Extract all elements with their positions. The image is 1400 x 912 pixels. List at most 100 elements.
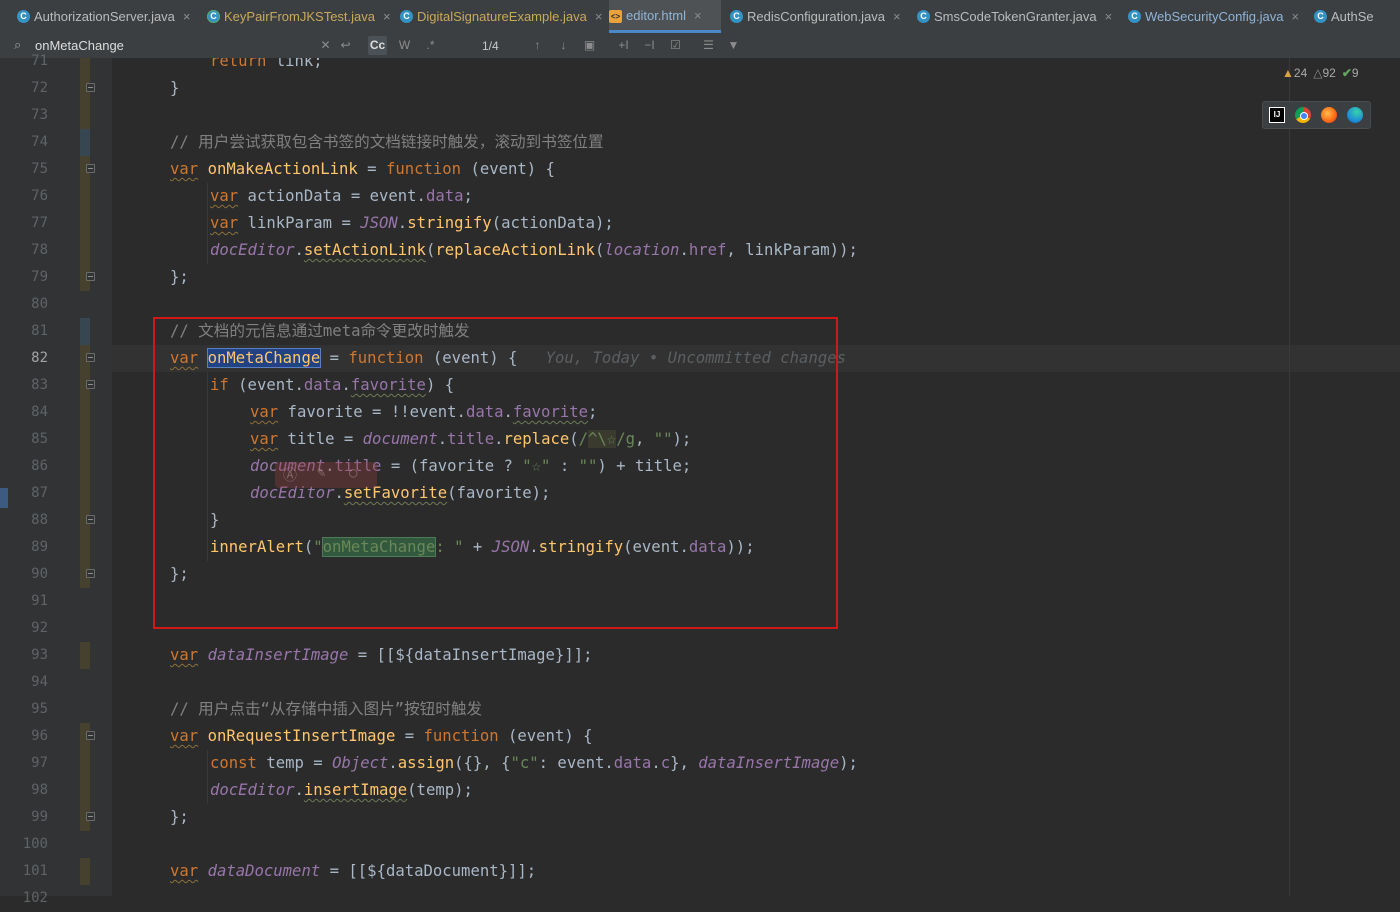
remove-selection-icon[interactable]: −I	[640, 36, 659, 55]
weak-warnings-value: 92	[1322, 66, 1336, 80]
indent-guide	[207, 750, 208, 804]
close-icon[interactable]: ×	[383, 9, 391, 24]
tab-label: AuthSe	[1331, 9, 1374, 24]
keyword: var	[170, 727, 199, 745]
fold-marker-icon[interactable]	[86, 380, 95, 389]
java-class-icon: C	[1314, 10, 1327, 23]
filter-settings-icon[interactable]: ☰	[699, 36, 718, 55]
keyword: function	[423, 727, 499, 745]
search-input[interactable]	[35, 36, 355, 54]
close-icon[interactable]: ×	[1292, 9, 1300, 24]
identifier: dataDocument	[207, 862, 321, 880]
vcs-change-marker[interactable]	[80, 58, 90, 129]
fold-marker-icon[interactable]	[86, 164, 95, 173]
fold-marker-icon[interactable]	[86, 812, 95, 821]
line-number: 73	[31, 107, 48, 123]
check-icon: ✔	[1341, 66, 1352, 80]
line-number: 71	[31, 53, 48, 69]
close-icon[interactable]: ×	[1105, 9, 1113, 24]
filter-icon[interactable]: ▼	[724, 36, 743, 55]
find-bar: ⌕ ✕ ↩ Cc W .* 1/4 ↑ ↓ ▣ +I −I ☑ ☰ ▼	[0, 33, 1400, 59]
history-icon[interactable]: ↩	[336, 36, 355, 55]
close-icon[interactable]: ×	[183, 9, 191, 24]
vcs-change-marker[interactable]	[80, 156, 90, 291]
html-file-icon: <>	[609, 10, 622, 23]
close-icon[interactable]: ×	[694, 8, 702, 23]
clear-icon[interactable]: ✕	[316, 36, 335, 55]
line-number: 81	[31, 323, 48, 339]
close-icon[interactable]: ×	[893, 9, 901, 24]
tab-authse[interactable]: C AuthSe	[1314, 0, 1374, 33]
java-class-icon: C	[400, 10, 413, 23]
fold-marker-icon[interactable]	[86, 272, 95, 281]
line-number: 101	[22, 863, 48, 879]
edge-icon[interactable]	[1347, 107, 1363, 123]
regex-icon[interactable]: .*	[421, 36, 440, 55]
identifier: dataInsertImage	[207, 646, 349, 664]
firefox-icon[interactable]	[1321, 107, 1337, 123]
line-number: 94	[31, 674, 48, 690]
weak-warnings-count[interactable]: △92	[1313, 66, 1336, 80]
line-number: 80	[31, 296, 48, 312]
line-number: 95	[31, 701, 48, 717]
code-line: var dataDocument = [[${dataDocument}]];	[170, 862, 537, 880]
tab-digital-signature[interactable]: C DigitalSignatureExample.java ×	[400, 0, 602, 33]
tab-label: DigitalSignatureExample.java	[417, 9, 587, 24]
java-class-icon: C	[1128, 10, 1141, 23]
highlight-annotation-box	[153, 317, 838, 629]
prev-occurrence-icon[interactable]: ↑	[528, 36, 547, 55]
line-number: 74	[31, 134, 48, 150]
tab-authorization-server[interactable]: C AuthorizationServer.java ×	[17, 0, 191, 33]
keyword: function	[385, 160, 462, 178]
close-icon[interactable]: ×	[595, 9, 603, 24]
chrome-icon[interactable]	[1295, 107, 1311, 123]
tab-editor-html[interactable]: <> editor.html ×	[609, 0, 721, 33]
fold-marker-icon[interactable]	[86, 731, 95, 740]
tab-sms-code-token-granter[interactable]: C SmsCodeTokenGranter.java ×	[917, 0, 1112, 33]
code-line: var onMakeActionLink = function (event) …	[170, 160, 555, 178]
fold-marker-icon[interactable]	[86, 515, 95, 524]
line-number: 79	[31, 269, 48, 285]
code-line: docEditor.insertImage(temp);	[210, 781, 473, 799]
tab-web-security-config[interactable]: C WebSecurityConfig.java ×	[1128, 0, 1299, 33]
line-number: 77	[31, 215, 48, 231]
add-selection-icon[interactable]: +I	[614, 36, 633, 55]
keyword: var	[170, 862, 199, 880]
inspection-widget[interactable]: ▲24 △92 ✔9	[1282, 66, 1359, 80]
next-occurrence-icon[interactable]: ↓	[554, 36, 573, 55]
match-case-icon[interactable]: Cc	[368, 36, 387, 55]
code-line: };	[170, 268, 189, 286]
line-number: 97	[31, 755, 48, 771]
tab-label: AuthorizationServer.java	[34, 9, 175, 24]
browser-preview-popup: IJ	[1262, 101, 1371, 129]
match-count: 1/4	[482, 39, 499, 53]
identifier: onRequestInsertImage	[207, 727, 396, 745]
line-number: 83	[31, 377, 48, 393]
code-comment: // 用户点击“从存储中插入图片”按钮时触发	[170, 700, 483, 718]
vcs-change-marker[interactable]	[80, 642, 90, 669]
fold-marker-icon[interactable]	[86, 353, 95, 362]
open-in-window-icon[interactable]: ▣	[580, 36, 599, 55]
select-all-occurrences-icon[interactable]: ☑	[666, 36, 685, 55]
code-line: return link;	[210, 58, 323, 70]
code-line: // 用户点击“从存储中插入图片”按钮时触发	[170, 696, 482, 723]
tab-label: WebSecurityConfig.java	[1145, 9, 1284, 24]
intellij-icon[interactable]: IJ	[1269, 107, 1285, 123]
words-icon[interactable]: W	[395, 36, 414, 55]
vcs-change-marker[interactable]	[80, 318, 90, 345]
java-class-icon: C	[917, 10, 930, 23]
editor-tab-bar: C AuthorizationServer.java × C KeyPairFr…	[0, 0, 1400, 34]
tab-keypair-test[interactable]: C KeyPairFromJKSTest.java ×	[207, 0, 391, 33]
code-line: var actionData = event.data;	[210, 187, 473, 205]
fold-marker-icon[interactable]	[86, 83, 95, 92]
vcs-change-marker[interactable]	[80, 858, 90, 885]
tab-label: SmsCodeTokenGranter.java	[934, 9, 1097, 24]
line-number: 75	[31, 161, 48, 177]
tab-redis-configuration[interactable]: C RedisConfiguration.java ×	[730, 0, 901, 33]
typos-value: 9	[1351, 66, 1359, 80]
typos-count[interactable]: ✔9	[1342, 66, 1359, 80]
line-number: 92	[31, 620, 48, 636]
fold-marker-icon[interactable]	[86, 569, 95, 578]
vcs-change-marker[interactable]	[80, 129, 90, 156]
warnings-count[interactable]: ▲24	[1282, 66, 1307, 80]
